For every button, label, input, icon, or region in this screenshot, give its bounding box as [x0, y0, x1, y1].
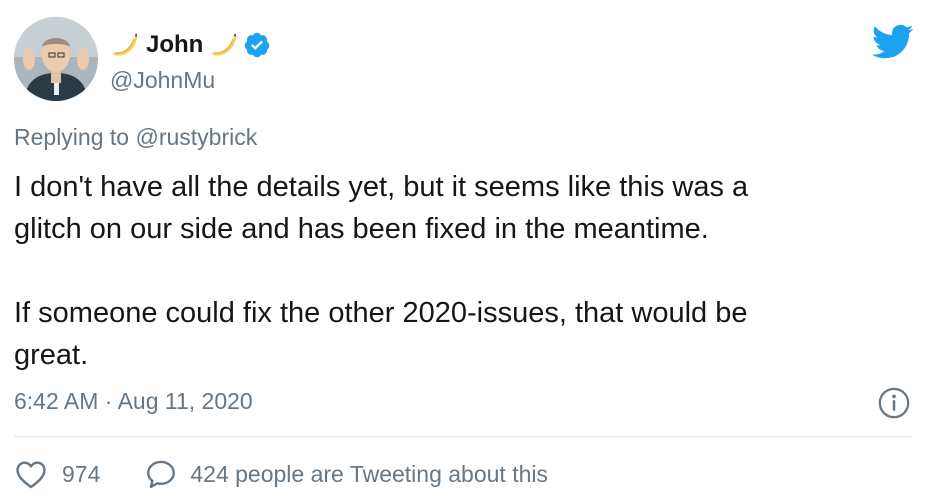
engagement-bar: 974 424 people are Tweeting about this	[14, 456, 548, 492]
author-handle[interactable]: @JohnMu	[110, 67, 215, 94]
author-name-row[interactable]: John	[110, 28, 271, 62]
info-icon[interactable]	[877, 386, 911, 420]
tweet-card: John @JohnMu Replying to @rustybrick I d…	[0, 0, 936, 504]
reply-mention-link[interactable]: @rustybrick	[135, 124, 257, 150]
reply-prefix: Replying to	[14, 124, 130, 150]
like-count[interactable]: 974	[62, 461, 100, 488]
avatar[interactable]	[14, 17, 98, 101]
tweet-timestamp[interactable]: 6:42 AM · Aug 11, 2020	[14, 388, 253, 415]
twitter-bird-icon[interactable]	[872, 24, 914, 60]
heart-icon[interactable]	[14, 457, 48, 491]
verified-badge-icon	[245, 32, 270, 58]
tweet-text: I don't have all the details yet, but it…	[14, 171, 749, 371]
banana-emoji-icon	[112, 33, 138, 56]
divider	[14, 436, 912, 437]
tweet-date[interactable]: Aug 11, 2020	[118, 388, 253, 414]
tweet-time[interactable]: 6:42 AM	[14, 388, 98, 414]
reply-context: Replying to @rustybrick	[14, 124, 257, 151]
banana-emoji-icon	[212, 33, 237, 56]
speech-bubble-icon[interactable]	[144, 457, 178, 491]
tweeting-about-link[interactable]: 424 people are Tweeting about this	[190, 461, 548, 488]
timestamp-separator: ·	[104, 388, 113, 414]
author-name[interactable]: John	[146, 31, 203, 59]
